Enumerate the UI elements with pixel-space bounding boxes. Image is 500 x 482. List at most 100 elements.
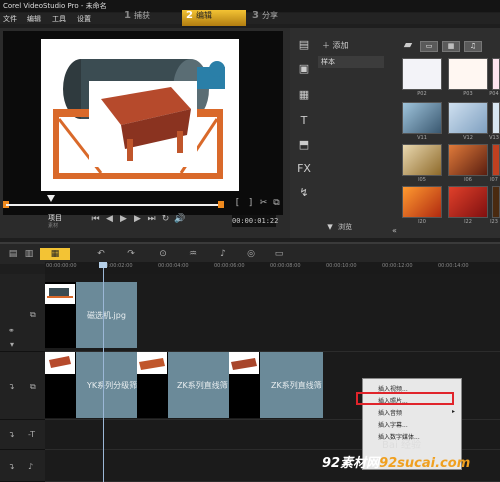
library-thumb[interactable]: [402, 144, 442, 176]
overlay-track-header: ⧉ ⚭ ▾: [0, 274, 45, 352]
repeat-icon[interactable]: ↻: [160, 214, 171, 225]
music-track-icon[interactable]: ♪: [28, 462, 33, 471]
clip-thumbnail: [45, 284, 75, 304]
library-thumb[interactable]: [402, 186, 442, 218]
video-clip[interactable]: YK系列分级筛: [45, 352, 137, 418]
ripple-edit-icon[interactable]: ↴: [8, 462, 15, 471]
show-video-button[interactable]: ▭: [420, 41, 438, 52]
video-track-icon[interactable]: ⧉: [30, 382, 36, 392]
menu-edit[interactable]: 编辑: [27, 14, 41, 24]
library-thumb[interactable]: [448, 58, 488, 90]
thumb-label: I20: [418, 219, 426, 225]
library-thumb[interactable]: [448, 102, 488, 134]
collapse-arrow-icon[interactable]: «: [392, 226, 397, 235]
library-thumb[interactable]: [402, 102, 442, 134]
audio-mixer-icon[interactable]: ♒: [186, 248, 200, 260]
track-manager-button[interactable]: ▦: [40, 248, 70, 260]
overlay-clip-name: 磁选机.jpg: [87, 311, 126, 320]
record-capture-icon[interactable]: ⊙: [156, 248, 170, 260]
mark-in-button[interactable]: [: [232, 198, 243, 209]
path-icon[interactable]: ↯: [296, 186, 312, 200]
link-icon[interactable]: ⚭: [8, 326, 15, 335]
ruler-tick-label: 00:00:08:00: [270, 263, 301, 269]
step-edit[interactable]: 2 编辑: [182, 10, 246, 26]
ruler-tick-label: 00:00:10:00: [326, 263, 357, 269]
menu-settings[interactable]: 设置: [77, 14, 91, 24]
title-icon[interactable]: ▦: [296, 88, 312, 102]
enlarge-icon[interactable]: ⧉: [271, 198, 282, 209]
music-track-header: ♪ ↴: [0, 450, 45, 482]
timecode-display[interactable]: 00:00:01:22: [232, 215, 278, 227]
playhead-handle[interactable]: [99, 262, 107, 268]
screen-thumb-image: [137, 352, 167, 374]
library-thumb[interactable]: [492, 186, 500, 218]
thumb-label: V12: [463, 135, 473, 141]
ctx-insert-title[interactable]: 插入字幕...: [378, 420, 408, 429]
scrubber-bar[interactable]: [6, 204, 220, 206]
undo-icon[interactable]: ↶: [94, 248, 108, 260]
ripple-edit-icon[interactable]: ↴: [8, 382, 15, 391]
auto-music-icon[interactable]: ♪: [216, 248, 230, 260]
thumb-label: V13: [489, 135, 499, 141]
split-scissors-icon[interactable]: ✂: [258, 198, 269, 209]
prev-frame-button[interactable]: ◀: [104, 214, 115, 225]
title-track-icon[interactable]: -T: [28, 430, 35, 439]
ruler-tick-label: 00:00:04:00: [158, 263, 189, 269]
overlay-clip[interactable]: 磁选机.jpg: [45, 282, 137, 348]
machine-image: [41, 39, 239, 191]
expand-arrow-icon[interactable]: ▾: [10, 340, 14, 349]
add-folder-button[interactable]: ＋ 添加: [322, 40, 349, 51]
browse-icon[interactable]: ▾: [322, 220, 338, 234]
title-track-header: -T ↴: [0, 420, 45, 450]
trim-end-handle[interactable]: [218, 201, 224, 208]
media-icon[interactable]: ▤: [296, 38, 312, 52]
play-button[interactable]: ▶: [118, 214, 129, 225]
library-thumb[interactable]: [492, 144, 500, 176]
volume-icon[interactable]: 🔊: [174, 214, 185, 225]
playhead-line[interactable]: [103, 262, 104, 482]
transition-icon[interactable]: ▣: [296, 62, 312, 76]
step-capture[interactable]: 1 捕获: [120, 10, 180, 26]
show-photo-button[interactable]: ▦: [442, 41, 460, 52]
ruler-tick-label: 00:00:12:00: [382, 263, 413, 269]
library-thumb[interactable]: [492, 58, 500, 90]
library-thumb[interactable]: [492, 102, 500, 134]
go-start-button[interactable]: ⏮: [90, 214, 101, 225]
browse-button[interactable]: 浏览: [338, 222, 352, 232]
screen-thumb-image: [45, 352, 75, 374]
video-clip[interactable]: ZK系列直线筛: [229, 352, 323, 418]
machine-thumb-image: [45, 284, 75, 304]
library-folder-sample[interactable]: 样本: [318, 56, 384, 68]
scrub-handle[interactable]: [47, 195, 55, 202]
thumb-label: P03: [463, 91, 473, 97]
redo-icon[interactable]: ↷: [124, 248, 138, 260]
graphic-icon[interactable]: ⬒: [296, 138, 312, 152]
ruler-tick-label: 00:00:00:00: [46, 263, 77, 269]
clip-thumbnail: [229, 352, 259, 374]
folder-icon[interactable]: ▰: [400, 38, 416, 52]
motion-track-icon[interactable]: ◎: [244, 248, 258, 260]
site-watermark: 92素材网92sucai.com: [322, 456, 471, 471]
library-thumb[interactable]: [402, 58, 442, 90]
timeline-view-icon[interactable]: ▥: [22, 248, 36, 260]
library-thumb[interactable]: [448, 144, 488, 176]
go-end-button[interactable]: ⏭: [146, 214, 157, 225]
clip-mode-label[interactable]: 素材: [48, 222, 58, 229]
video-clip[interactable]: ZK系列直线筛: [137, 352, 229, 418]
next-frame-button[interactable]: ▶: [132, 214, 143, 225]
menu-file[interactable]: 文件: [3, 14, 17, 24]
ctx-insert-audio[interactable]: 插入音频: [378, 408, 402, 417]
text-icon[interactable]: T: [296, 114, 312, 128]
menu-tools[interactable]: 工具: [52, 14, 66, 24]
mark-out-button[interactable]: ]: [245, 198, 256, 209]
filter-fx-icon[interactable]: FX: [296, 162, 312, 176]
subtitle-editor-icon[interactable]: ▭: [272, 248, 286, 260]
baidu-watermark: Bai 经验: [382, 440, 421, 451]
storyboard-view-icon[interactable]: ▤: [6, 248, 20, 260]
ripple-edit-icon[interactable]: ↴: [8, 430, 15, 439]
library-thumb[interactable]: [448, 186, 488, 218]
step-share[interactable]: 3 分享: [248, 10, 308, 26]
overlay-track-icon[interactable]: ⧉: [30, 310, 36, 320]
show-audio-button[interactable]: ♫: [464, 41, 482, 52]
app-title: Corel VideoStudio Pro - 未命名: [3, 2, 107, 10]
